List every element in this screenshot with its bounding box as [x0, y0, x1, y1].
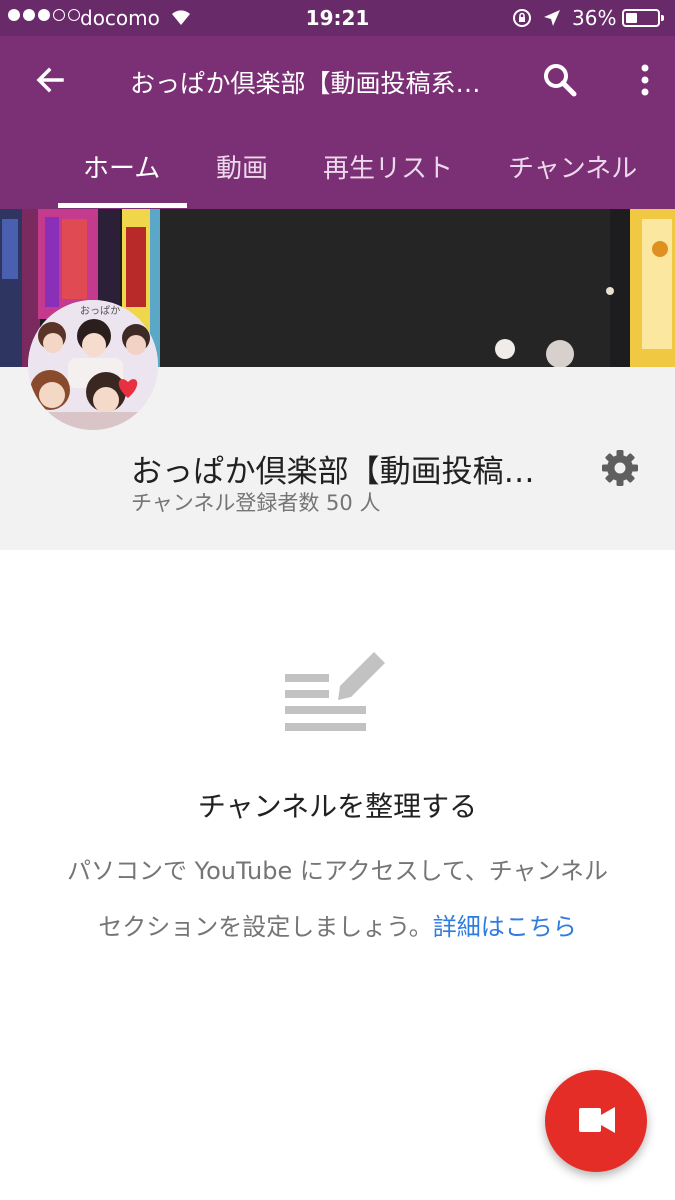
description-line-2: セクションを設定しましょう。詳細はこちら: [0, 899, 675, 955]
channel-avatar[interactable]: おっぱか: [28, 300, 158, 430]
tab-channels[interactable]: チャンネル: [508, 148, 637, 185]
upload-video-button[interactable]: [545, 1070, 647, 1172]
channel-title: おっぱか倶楽部【動画投稿系…: [130, 69, 481, 98]
channel-name: おっぱか倶楽部【動画投稿…: [131, 454, 535, 490]
edit-list-icon: [285, 652, 385, 731]
learn-more-link[interactable]: 詳細はこちら: [433, 913, 577, 941]
tab-playlists[interactable]: 再生リスト: [323, 148, 453, 185]
rotation-lock-icon: [513, 9, 531, 27]
video-camera-icon: [579, 1107, 615, 1133]
tab-bar: ホーム 動画 再生リスト チャンネル: [0, 136, 675, 209]
status-bar: docomo 19:21 36%: [0, 0, 675, 36]
avatar-text: おっぱか: [80, 305, 120, 317]
app-bar: おっぱか倶楽部【動画投稿系… ホーム 動画 再生リスト チャンネル: [0, 36, 675, 209]
more-vert-icon[interactable]: [630, 60, 660, 100]
search-icon[interactable]: [540, 60, 580, 100]
gear-icon[interactable]: [600, 448, 640, 488]
organize-heading: チャンネルを整理する: [197, 790, 478, 823]
tab-home[interactable]: ホーム: [83, 148, 160, 185]
battery-percentage: 36%: [572, 6, 617, 30]
organize-description: パソコンで YouTube にアクセスして、チャンネル セクションを設定しましょ…: [0, 843, 675, 955]
tab-videos[interactable]: 動画: [216, 148, 268, 185]
battery-icon: [622, 9, 664, 27]
location-arrow-icon: [544, 10, 560, 26]
description-line-1: パソコンで YouTube にアクセスして、チャンネル: [66, 857, 608, 885]
tab-selected-indicator: [58, 203, 187, 208]
description-text: セクションを設定しましょう。: [98, 913, 433, 941]
avatar-image: おっぱか: [28, 300, 158, 430]
subscriber-count: チャンネル登録者数 50 人: [131, 491, 381, 515]
back-arrow-icon[interactable]: [30, 60, 70, 100]
